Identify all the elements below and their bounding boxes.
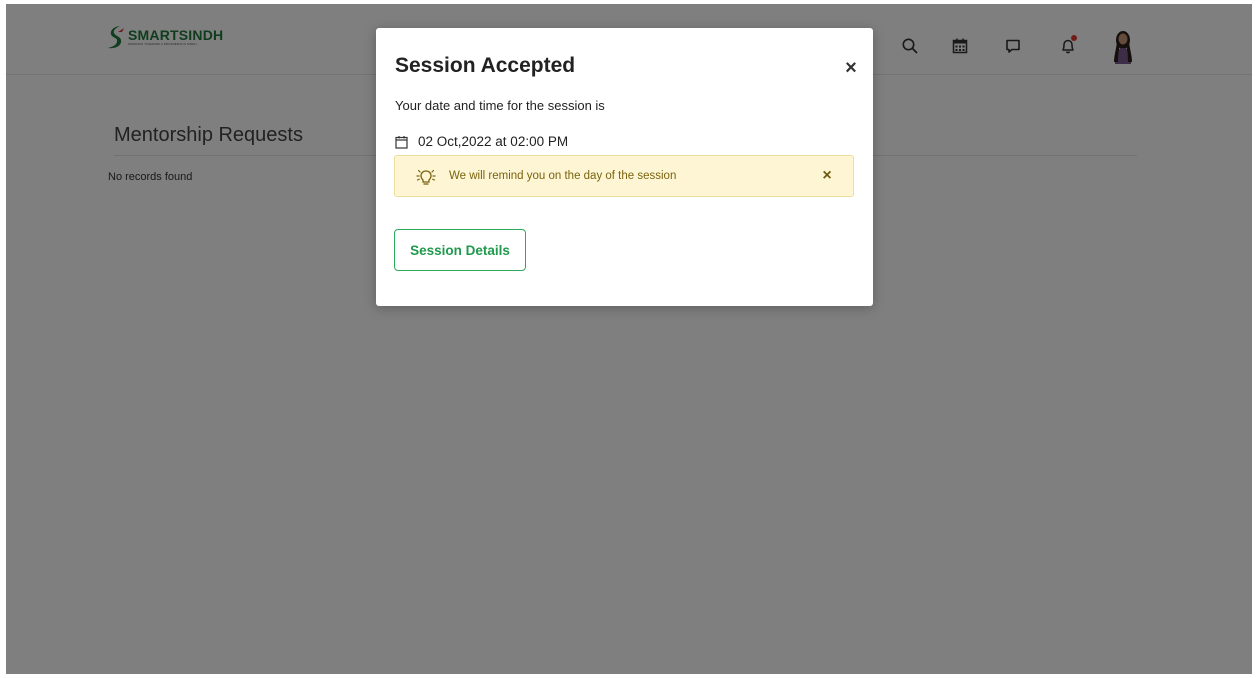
session-details-button[interactable]: Session Details <box>394 229 526 271</box>
modal-subtitle: Your date and time for the session is <box>395 98 605 113</box>
modal-title: Session Accepted <box>395 54 576 77</box>
reminder-alert: We will remind you on the day of the ses… <box>394 155 854 197</box>
close-icon[interactable]: × <box>841 58 861 78</box>
session-accepted-modal: Session Accepted × Your date and time fo… <box>376 28 873 306</box>
alert-close-icon[interactable]: × <box>819 167 835 185</box>
reminder-alert-text: We will remind you on the day of the ses… <box>449 170 677 182</box>
app-window: SMARTSINDH WORKING TOWARDS A PROSPEROUS … <box>6 4 1252 674</box>
calendar-outline-icon <box>395 135 408 149</box>
session-datetime-text: 02 Oct,2022 at 02:00 PM <box>418 134 569 149</box>
session-datetime: 02 Oct,2022 at 02:00 PM <box>395 134 568 149</box>
lightbulb-icon <box>416 169 436 185</box>
